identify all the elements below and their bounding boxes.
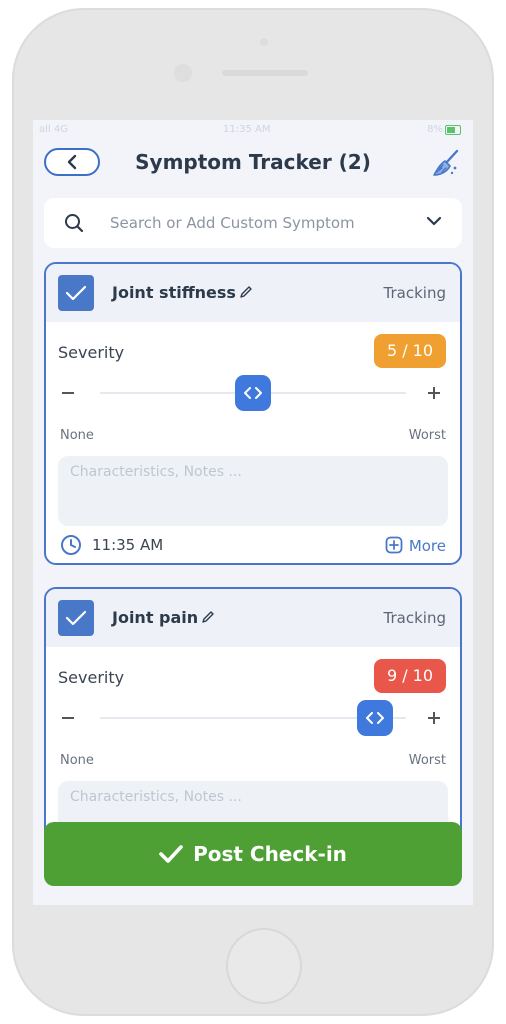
home-button[interactable] [226, 928, 302, 1004]
chevron-down-icon[interactable] [426, 215, 442, 227]
checkmark-icon [159, 845, 183, 863]
symptom-search[interactable]: Search or Add Custom Symptom [44, 198, 462, 248]
search-input[interactable]: Search or Add Custom Symptom [110, 214, 355, 232]
plus-square-icon [385, 536, 403, 554]
symptom-name[interactable]: Joint pain [112, 608, 216, 627]
phone-sensor [260, 38, 268, 46]
tracking-status: Tracking [383, 609, 446, 627]
pencil-icon[interactable] [238, 284, 254, 300]
severity-label: Severity [58, 343, 125, 362]
carrier-text: all 4G [39, 124, 68, 135]
checkmark-icon [65, 285, 87, 301]
severity-badge: 9 / 10 [374, 659, 446, 693]
battery-icon [445, 125, 461, 135]
symptom-card: Joint stiffness Tracking Severity 5 / 10… [44, 262, 462, 565]
symptom-name[interactable]: Joint stiffness [112, 283, 254, 302]
severity-max-label: Worst [408, 753, 446, 768]
phone-camera [174, 64, 192, 82]
more-button[interactable]: More [385, 536, 446, 555]
status-bar: all 4G 11:35 AM 8% [33, 120, 473, 140]
increase-severity-button[interactable] [428, 386, 440, 400]
severity-label: Severity [58, 668, 125, 687]
slider-arrows-icon [244, 387, 262, 399]
severity-slider-thumb[interactable] [357, 700, 394, 736]
broom-icon[interactable] [431, 148, 461, 178]
status-time: 11:35 AM [223, 124, 271, 135]
battery-percent: 8% [427, 124, 443, 135]
severity-min-label: None [60, 753, 94, 768]
decrease-severity-button[interactable] [62, 717, 74, 719]
symptom-time[interactable]: 11:35 AM [92, 536, 163, 554]
symptom-checkbox[interactable] [58, 275, 94, 311]
pencil-icon[interactable] [200, 609, 216, 625]
symptom-card-header: Joint pain Tracking [46, 589, 460, 647]
page-title: Symptom Tracker (2) [135, 150, 371, 174]
severity-max-label: Worst [408, 428, 446, 443]
notes-input[interactable]: Characteristics, Notes ... [58, 456, 448, 526]
severity-min-label: None [60, 428, 94, 443]
header: Symptom Tracker (2) [33, 140, 473, 186]
post-checkin-button[interactable]: Post Check-in [44, 822, 462, 886]
slider-arrows-icon [366, 712, 385, 724]
increase-severity-button[interactable] [428, 711, 440, 725]
checkmark-icon [65, 610, 87, 626]
phone-speaker [222, 70, 308, 76]
symptom-checkbox[interactable] [58, 600, 94, 636]
clock-icon [61, 535, 81, 555]
post-checkin-label: Post Check-in [193, 842, 347, 866]
symptom-card: Joint pain Tracking Severity 9 / 10 None… [44, 587, 462, 847]
app-screen: all 4G 11:35 AM 8% Symptom Tracker (2) S… [33, 120, 473, 905]
tracking-status: Tracking [383, 284, 446, 302]
decrease-severity-button[interactable] [62, 392, 74, 394]
symptom-card-header: Joint stiffness Tracking [46, 264, 460, 322]
search-icon [65, 214, 84, 233]
severity-slider-thumb[interactable] [235, 375, 271, 411]
severity-badge: 5 / 10 [374, 334, 446, 368]
